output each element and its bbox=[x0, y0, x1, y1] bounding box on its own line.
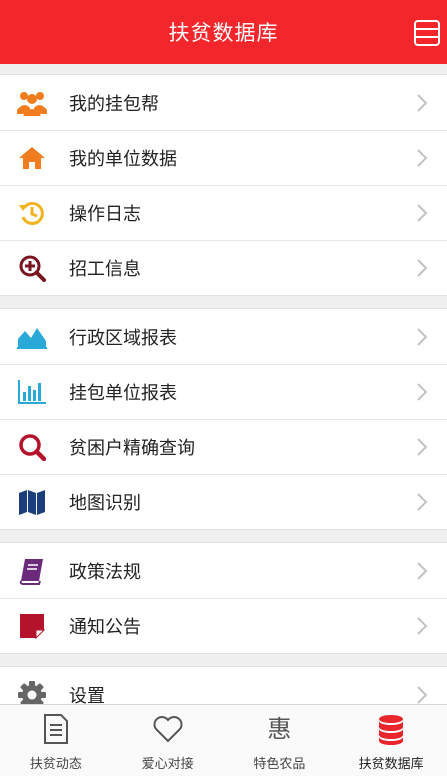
menu-list: 我的挂包帮 我的单位数据 操作日志 招工信息 行政区域报表 挂包单位报表 贫困户… bbox=[0, 64, 447, 704]
menu-item-settings[interactable]: 设置 bbox=[0, 667, 447, 704]
zoom-in-icon bbox=[17, 253, 47, 283]
menu-item-label: 通知公告 bbox=[69, 616, 141, 638]
history-clock-icon bbox=[17, 198, 47, 228]
menu-item-label: 我的单位数据 bbox=[69, 148, 177, 170]
tab-poverty-news[interactable]: 扶贫动态 bbox=[0, 705, 112, 776]
document-icon bbox=[40, 713, 72, 745]
menu-item-label: 贫困户精确查询 bbox=[69, 437, 195, 459]
menu-item-label: 我的挂包帮 bbox=[69, 93, 159, 115]
chevron-right-icon bbox=[417, 203, 428, 222]
tab-label: 扶贫动态 bbox=[29, 757, 82, 772]
chevron-right-icon bbox=[417, 327, 428, 346]
chevron-right-icon bbox=[417, 148, 428, 167]
menu-item-operation-log[interactable]: 操作日志 bbox=[0, 185, 447, 240]
map-icon bbox=[17, 487, 47, 517]
menu-item-label: 操作日志 bbox=[69, 203, 141, 225]
menu-item-my-guabaobang[interactable]: 我的挂包帮 bbox=[0, 75, 447, 130]
menu-item-my-unit-data[interactable]: 我的单位数据 bbox=[0, 130, 447, 185]
search-icon bbox=[17, 432, 47, 462]
tab-label: 扶贫数据库 bbox=[358, 757, 424, 772]
home-icon bbox=[17, 143, 47, 173]
tab-love-connect[interactable]: 爱心对接 bbox=[112, 705, 224, 776]
tab-label: 特色农品 bbox=[253, 757, 306, 772]
menu-group-reports: 行政区域报表 挂包单位报表 贫困户精确查询 地图识别 bbox=[0, 308, 447, 530]
app-header: 扶贫数据库 bbox=[0, 0, 447, 64]
bar-chart-icon bbox=[17, 377, 47, 407]
menu-item-notice[interactable]: 通知公告 bbox=[0, 598, 447, 653]
menu-button[interactable] bbox=[413, 18, 441, 48]
bottom-tab-bar: 扶贫动态 爱心对接 惠 特色农品 扶贫数据库 bbox=[0, 704, 447, 776]
database-icon bbox=[375, 713, 407, 745]
menu-item-label: 政策法规 bbox=[69, 561, 141, 583]
chevron-right-icon bbox=[417, 616, 428, 635]
menu-item-map-recognition[interactable]: 地图识别 bbox=[0, 474, 447, 529]
menu-item-label: 挂包单位报表 bbox=[69, 382, 177, 404]
tab-label: 爱心对接 bbox=[141, 757, 194, 772]
chevron-right-icon bbox=[417, 492, 428, 511]
menu-item-policy[interactable]: 政策法规 bbox=[0, 543, 447, 598]
page-title: 扶贫数据库 bbox=[168, 21, 279, 45]
menu-item-region-report[interactable]: 行政区域报表 bbox=[0, 309, 447, 364]
chevron-right-icon bbox=[417, 382, 428, 401]
heart-icon bbox=[152, 713, 184, 745]
tab-specialty-products[interactable]: 惠 特色农品 bbox=[224, 705, 336, 776]
chevron-right-icon bbox=[417, 258, 428, 277]
hui-icon: 惠 bbox=[263, 713, 295, 745]
menu-item-label: 招工信息 bbox=[69, 258, 141, 280]
menu-item-label: 设置 bbox=[69, 685, 105, 705]
chevron-right-icon bbox=[417, 93, 428, 112]
chevron-right-icon bbox=[417, 685, 428, 704]
hui-glyph: 惠 bbox=[267, 715, 292, 743]
menu-group-notices: 政策法规 通知公告 bbox=[0, 542, 447, 654]
menu-item-job-info[interactable]: 招工信息 bbox=[0, 240, 447, 295]
menu-group-personal: 我的挂包帮 我的单位数据 操作日志 招工信息 bbox=[0, 74, 447, 296]
menu-item-label: 行政区域报表 bbox=[69, 327, 177, 349]
users-group-icon bbox=[17, 88, 47, 118]
book-icon bbox=[17, 556, 47, 586]
sticky-note-icon bbox=[17, 611, 47, 641]
menu-group-settings: 设置 bbox=[0, 666, 447, 704]
menu-item-unit-report[interactable]: 挂包单位报表 bbox=[0, 364, 447, 419]
gear-icon bbox=[17, 680, 47, 704]
tab-poverty-database[interactable]: 扶贫数据库 bbox=[335, 705, 447, 776]
menu-item-label: 地图识别 bbox=[69, 492, 141, 514]
chevron-right-icon bbox=[417, 561, 428, 580]
menu-icon bbox=[414, 20, 440, 46]
menu-item-poor-household-search[interactable]: 贫困户精确查询 bbox=[0, 419, 447, 474]
area-chart-icon bbox=[17, 322, 47, 352]
chevron-right-icon bbox=[417, 437, 428, 456]
